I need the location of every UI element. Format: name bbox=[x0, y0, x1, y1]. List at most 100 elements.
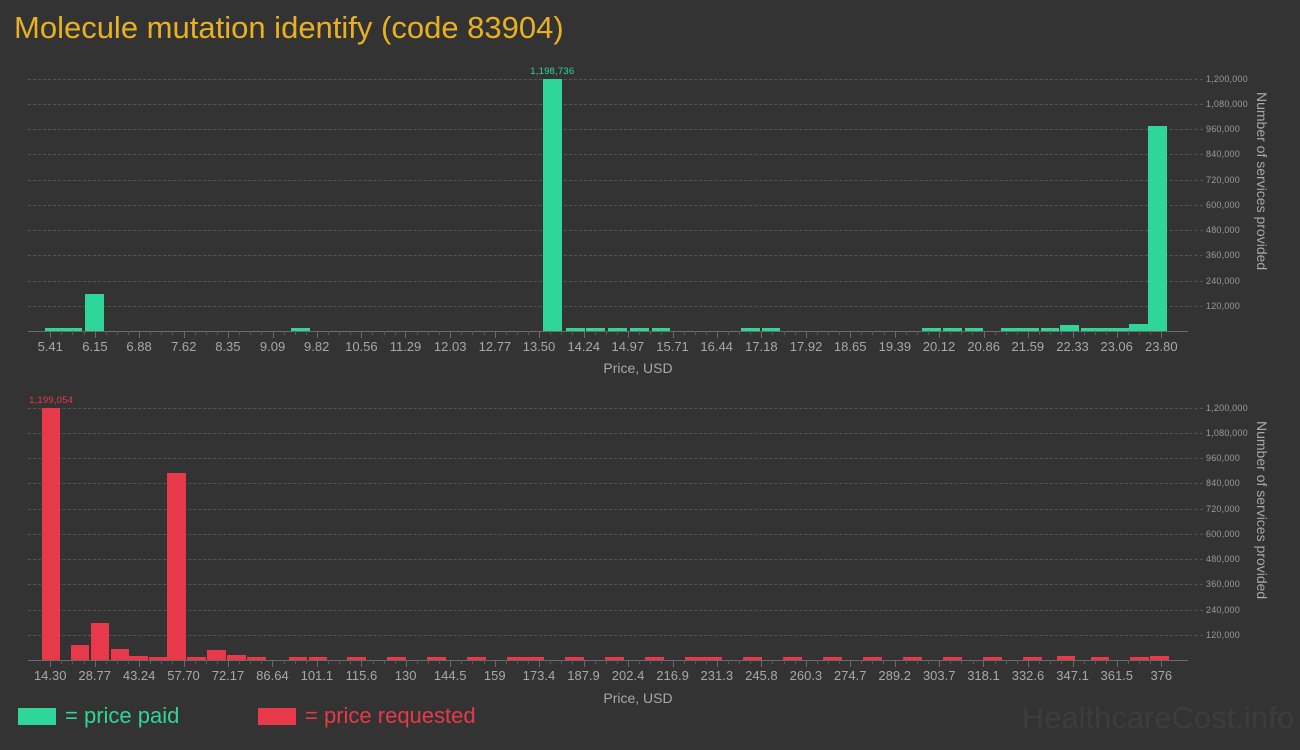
x-axis-minor-tick-mark bbox=[694, 331, 696, 335]
chart-bar[interactable] bbox=[942, 328, 962, 331]
x-axis-minor-tick-mark bbox=[594, 660, 596, 664]
gridline bbox=[28, 559, 1188, 561]
x-axis-minor-tick-mark bbox=[994, 331, 996, 335]
x-axis-minor-tick-mark bbox=[394, 331, 396, 335]
x-axis-baseline bbox=[28, 660, 1188, 661]
legend-item-price-requested[interactable]: = price requested bbox=[258, 703, 476, 729]
x-axis-tick-mark bbox=[272, 331, 274, 338]
y-axis-tick-mark: - - - bbox=[1189, 528, 1203, 539]
chart-bar[interactable] bbox=[983, 657, 1002, 660]
x-axis-minor-tick-mark bbox=[739, 660, 741, 664]
x-axis-minor-tick-mark bbox=[1061, 331, 1063, 335]
chart-bar[interactable] bbox=[70, 645, 90, 660]
x-axis-minor-tick-mark bbox=[372, 331, 374, 335]
x-axis-minor-tick-mark bbox=[217, 331, 219, 335]
y-axis-tick-label: 720,000 bbox=[1206, 503, 1240, 514]
x-axis-minor-tick-mark bbox=[161, 331, 163, 335]
gridline bbox=[28, 508, 1188, 510]
x-axis-tick-label: 216.9 bbox=[656, 668, 689, 683]
gridline bbox=[28, 458, 1188, 460]
x-axis-tick-mark bbox=[1161, 660, 1163, 667]
x-axis-tick-label: 202.4 bbox=[611, 668, 645, 683]
x-axis-minor-tick-mark bbox=[705, 660, 707, 664]
x-axis-minor-tick-mark bbox=[661, 331, 663, 335]
chart-bar[interactable] bbox=[1150, 656, 1170, 660]
x-axis-tick-mark bbox=[672, 660, 674, 667]
y-axis-tick-mark: - - - bbox=[1189, 427, 1203, 438]
x-axis-tick-label: 159 bbox=[483, 668, 506, 683]
chart-bar[interactable] bbox=[427, 657, 446, 660]
chart-bar[interactable] bbox=[187, 657, 207, 660]
chart-bar[interactable] bbox=[387, 657, 406, 660]
chart-bar[interactable] bbox=[1148, 125, 1168, 331]
price-paid-chart-panel bbox=[28, 66, 1188, 332]
y-axis-tick-mark: - - - bbox=[1189, 604, 1203, 615]
x-axis-tick-label: 9.09 bbox=[259, 339, 286, 354]
x-axis-tick-label: 20.86 bbox=[967, 339, 1000, 354]
chart-bar[interactable] bbox=[565, 657, 584, 660]
x-axis-tick-label: 144.5 bbox=[433, 668, 467, 683]
x-axis-minor-tick-mark bbox=[928, 660, 930, 664]
chart-bar[interactable] bbox=[1020, 328, 1039, 331]
x-axis-minor-tick-mark bbox=[1083, 331, 1085, 335]
gridline bbox=[28, 78, 1188, 80]
legend-item-price-paid[interactable]: = price paid bbox=[18, 703, 179, 729]
x-axis-tick-mark bbox=[405, 660, 407, 667]
x-axis-minor-tick-mark bbox=[194, 660, 196, 664]
chart-bar[interactable] bbox=[288, 657, 308, 660]
chart-bar[interactable] bbox=[743, 657, 763, 660]
x-axis-minor-tick-mark bbox=[483, 660, 485, 664]
gridline bbox=[28, 305, 1188, 307]
x-axis-minor-tick-mark bbox=[1150, 660, 1152, 664]
x-axis-tick-label: 57.70 bbox=[167, 668, 200, 683]
price-paid-x-axis-title: Price, USD bbox=[603, 360, 673, 376]
x-axis-minor-tick-mark bbox=[794, 331, 796, 335]
x-axis-minor-tick-mark bbox=[128, 331, 130, 335]
chart-bar[interactable] bbox=[1129, 324, 1148, 331]
x-axis-minor-tick-mark bbox=[1083, 660, 1085, 664]
x-axis-minor-tick-mark bbox=[594, 331, 596, 335]
gridline bbox=[28, 533, 1188, 535]
x-axis-minor-tick-mark bbox=[416, 660, 418, 664]
x-axis-minor-tick-mark bbox=[1017, 331, 1019, 335]
chart-bar[interactable] bbox=[761, 328, 781, 331]
chart-bar[interactable] bbox=[84, 294, 104, 331]
x-axis-minor-tick-mark bbox=[1094, 660, 1096, 664]
x-axis-minor-tick-mark bbox=[394, 660, 396, 664]
chart-bar[interactable] bbox=[110, 649, 130, 660]
x-axis-tick-label: 187.9 bbox=[567, 668, 600, 683]
x-axis-minor-tick-mark bbox=[772, 660, 774, 664]
chart-bar[interactable] bbox=[1060, 324, 1079, 331]
x-axis-minor-tick-mark bbox=[783, 331, 785, 335]
x-axis-tick-mark bbox=[538, 660, 540, 667]
x-axis-tick-mark bbox=[716, 660, 718, 667]
chart-bar[interactable] bbox=[605, 657, 624, 660]
x-axis-minor-tick-mark bbox=[472, 660, 474, 664]
gridline bbox=[28, 584, 1188, 586]
chart-bar[interactable] bbox=[783, 657, 803, 660]
chart-bar[interactable] bbox=[167, 472, 187, 660]
chart-bar[interactable] bbox=[565, 328, 585, 331]
chart-bar[interactable] bbox=[41, 407, 61, 660]
x-axis-tick-mark bbox=[1028, 660, 1029, 667]
x-axis-minor-tick-mark bbox=[1050, 660, 1052, 664]
x-axis-minor-tick-mark bbox=[638, 331, 640, 335]
chart-bar[interactable] bbox=[149, 657, 168, 660]
chart-bar[interactable] bbox=[542, 78, 562, 331]
chart-bar[interactable] bbox=[308, 657, 328, 660]
x-axis-minor-tick-mark bbox=[994, 660, 996, 664]
gridline bbox=[28, 179, 1188, 181]
x-axis-minor-tick-mark bbox=[483, 331, 485, 335]
y-axis-tick-label: 840,000 bbox=[1206, 149, 1240, 160]
x-axis-minor-tick-mark bbox=[172, 660, 174, 664]
gridline bbox=[28, 204, 1188, 206]
chart-bar[interactable] bbox=[227, 655, 246, 660]
y-axis-tick-mark: - - - bbox=[1189, 199, 1203, 210]
chart-bar[interactable] bbox=[207, 649, 227, 660]
x-axis-tick-mark bbox=[50, 660, 52, 667]
chart-bar[interactable] bbox=[90, 623, 110, 660]
chart-bar[interactable] bbox=[964, 328, 984, 331]
y-axis-tick-label: 960,000 bbox=[1206, 453, 1240, 464]
chart-bar[interactable] bbox=[943, 657, 962, 660]
price-requested-plot bbox=[28, 395, 1188, 661]
